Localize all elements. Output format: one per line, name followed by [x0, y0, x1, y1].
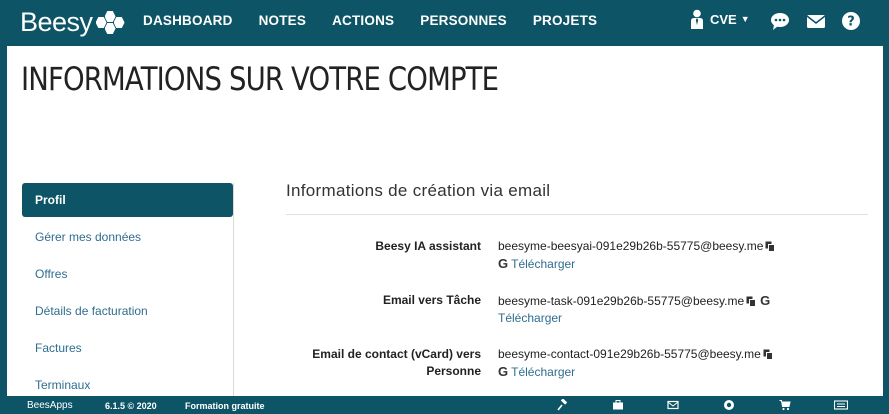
footer-training-link[interactable]: Formation gratuite: [185, 401, 265, 411]
nav-dashboard[interactable]: DASHBOARD: [143, 13, 233, 28]
google-icon: G: [498, 256, 509, 271]
chevron-down-icon: ▼: [740, 14, 750, 24]
cart-icon[interactable]: [779, 399, 791, 411]
download-link[interactable]: Télécharger: [511, 365, 575, 379]
sidebar-item-gerer-donnees[interactable]: Gérer mes données: [22, 219, 233, 256]
keyboard-icon[interactable]: [834, 399, 848, 411]
row-value: beesyme-contact-091e29b26b-55775@beesy.m…: [498, 346, 773, 381]
logo-text: Beesy: [20, 6, 93, 37]
nav-personnes[interactable]: PERSONNES: [420, 13, 507, 28]
mail-icon[interactable]: [806, 11, 826, 31]
row-label: Email vers Tâche: [382, 293, 481, 307]
copy-icon[interactable]: [765, 241, 776, 253]
top-navigation-bar: Beesy DASHBOARD NOTES ACTIONS PERSONNES …: [0, 0, 889, 46]
download-link[interactable]: Télécharger: [498, 311, 562, 325]
nav-actions[interactable]: ACTIONS: [332, 13, 394, 28]
footer-brand[interactable]: BeesApps: [27, 400, 73, 411]
row-value: beesyme-beesyai-091e29b26b-55775@beesy.m…: [498, 238, 776, 273]
google-icon: G: [498, 364, 509, 379]
copy-icon[interactable]: [763, 349, 773, 361]
page-title: INFORMATIONS SUR VOTRE COMPTE: [21, 60, 499, 98]
email-address: beesyme-beesyai-091e29b26b-55775@beesy.m…: [498, 239, 764, 253]
account-sidebar: Profil Gérer mes données Offres Détails …: [22, 183, 234, 396]
footer-bar: BeesApps 6.1.5 © 2020 Formation gratuite: [0, 396, 889, 414]
row-value: beesyme-task-091e29b26b-55775@beesy.me G …: [498, 292, 773, 327]
help-icon[interactable]: ?: [841, 11, 861, 31]
main-nav: DASHBOARD NOTES ACTIONS PERSONNES PROJET…: [143, 0, 623, 40]
sidebar-item-terminaux[interactable]: Terminaux: [22, 367, 233, 396]
sidebar-item-facturation[interactable]: Détails de facturation: [22, 293, 233, 330]
gavel-icon[interactable]: [557, 399, 569, 411]
copy-icon[interactable]: [746, 296, 757, 308]
chat-icon[interactable]: [770, 11, 790, 31]
footer-version: 6.1.5 © 2020: [105, 401, 157, 411]
sidebar-item-profil[interactable]: Profil: [22, 183, 233, 217]
section-title: Informations de création via email: [286, 181, 551, 200]
nav-projets[interactable]: PROJETS: [533, 13, 597, 28]
main-panel: INFORMATIONS SUR VOTRE COMPTE Profil Gér…: [7, 46, 883, 396]
row-label: Beesy IA assistant: [375, 239, 481, 253]
nav-notes[interactable]: NOTES: [259, 13, 307, 28]
sidebar-item-offres[interactable]: Offres: [22, 256, 233, 293]
honeycomb-icon: [95, 9, 126, 35]
user-menu[interactable]: CVE ▼: [690, 9, 750, 29]
lifebuoy-icon[interactable]: [723, 399, 735, 411]
row-label: Email de contact (vCard) vers Personne: [312, 347, 481, 378]
download-link[interactable]: Télécharger: [511, 257, 575, 271]
email-address: beesyme-task-091e29b26b-55775@beesy.me: [498, 294, 745, 308]
user-icon: [691, 9, 703, 29]
sidebar-item-factures[interactable]: Factures: [22, 330, 233, 367]
google-icon[interactable]: G: [760, 293, 770, 308]
user-name: CVE: [710, 11, 737, 27]
briefcase-icon[interactable]: [612, 399, 624, 411]
email-address: beesyme-contact-091e29b26b-55775@beesy.m…: [498, 347, 761, 361]
envelope-icon[interactable]: [667, 399, 679, 411]
beesy-logo[interactable]: Beesy: [20, 4, 126, 40]
profile-content: Informations de création via email Beesy…: [286, 170, 868, 379]
section-divider: [286, 214, 868, 215]
svg-text:?: ?: [847, 15, 855, 30]
